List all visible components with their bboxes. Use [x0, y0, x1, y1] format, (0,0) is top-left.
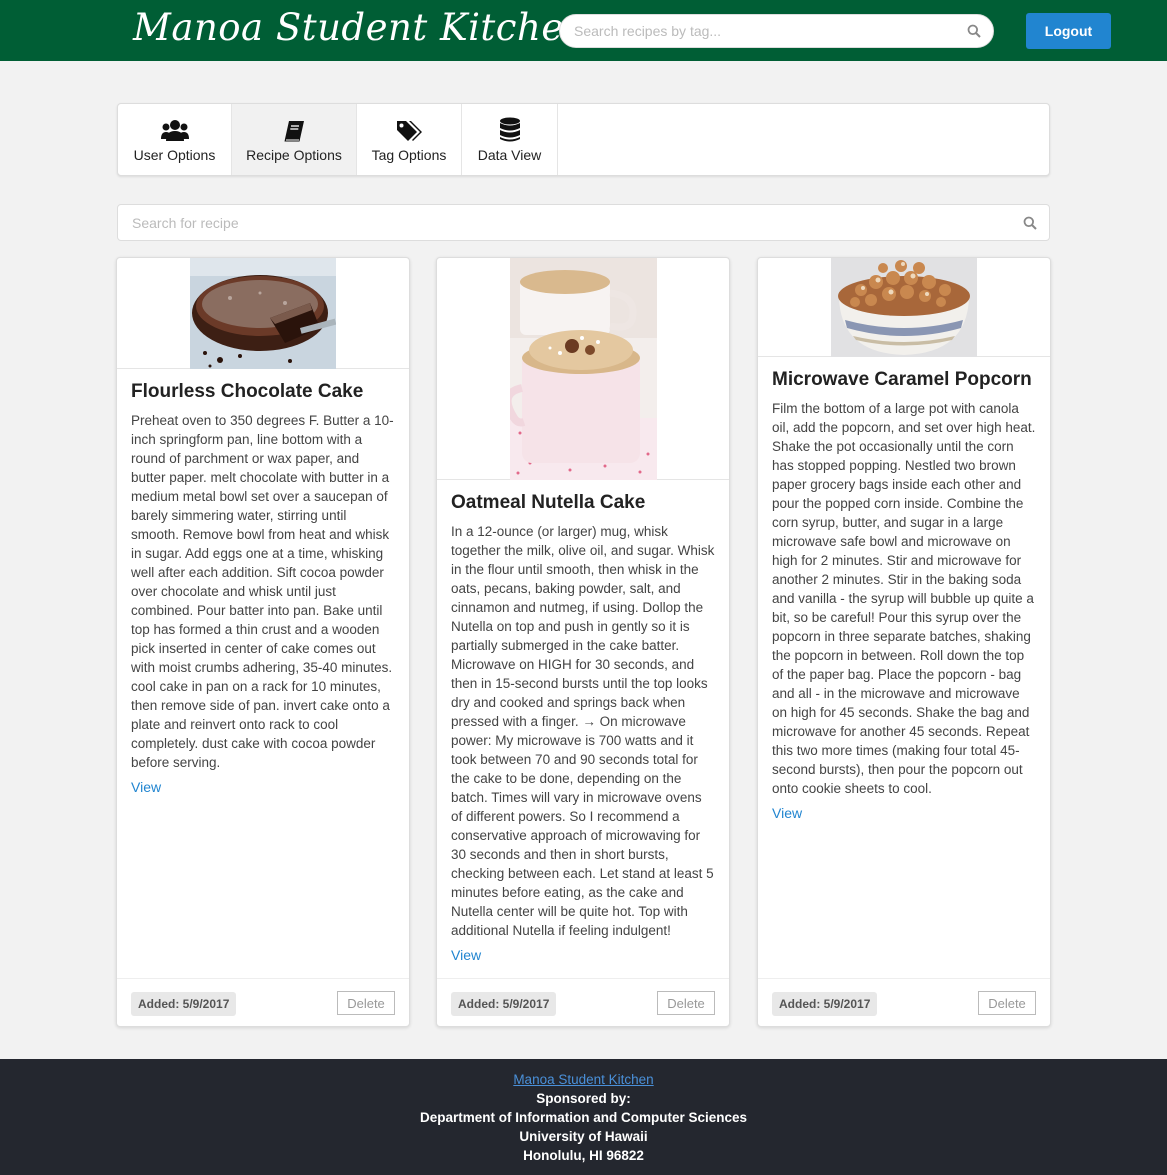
recipe-search-box[interactable] — [117, 204, 1050, 241]
card-footer: Added: 5/9/2017 Delete — [437, 978, 729, 1026]
tab-data-view[interactable]: Data View — [462, 104, 558, 175]
recipe-image-container — [117, 258, 409, 369]
added-date-label: Added: 5/9/2017 — [451, 992, 557, 1016]
tab-tag-options-label: Tag Options — [371, 146, 447, 163]
tab-recipe-options[interactable]: Recipe Options — [232, 104, 357, 175]
database-icon — [499, 117, 521, 143]
recipe-title: Flourless Chocolate Cake — [131, 381, 364, 402]
delete-button[interactable]: Delete — [337, 991, 395, 1015]
footer-address: Honolulu, HI 96822 — [523, 1148, 644, 1163]
tab-recipe-options-label: Recipe Options — [246, 146, 342, 163]
recipe-search-input[interactable] — [132, 215, 992, 231]
tab-user-options[interactable]: User Options — [118, 104, 232, 175]
footer-home-link[interactable]: Manoa Student Kitchen — [0, 1070, 1167, 1089]
users-icon — [160, 117, 189, 143]
tags-icon — [395, 117, 423, 143]
chocolate-cake-image — [190, 258, 336, 369]
caramel-popcorn-image — [831, 258, 977, 357]
view-link[interactable]: View — [772, 805, 1036, 821]
view-link[interactable]: View — [131, 779, 395, 795]
recipe-description: In a 12-ounce (or larger) mug, whisk tog… — [451, 524, 715, 938]
view-link[interactable]: View — [451, 947, 715, 963]
footer-sponsored-by: Sponsored by: — [536, 1091, 631, 1106]
recipe-card: Oatmeal Nutella Cake In a 12-ounce (or l… — [436, 257, 730, 1027]
logout-button[interactable]: Logout — [1026, 13, 1111, 49]
recipe-card: Flourless Chocolate Cake Preheat oven to… — [116, 257, 410, 1027]
tag-search-box[interactable] — [559, 14, 994, 48]
added-date-label: Added: 5/9/2017 — [772, 992, 878, 1016]
footer-department: Department of Information and Computer S… — [419, 1110, 748, 1125]
book-icon — [282, 117, 306, 143]
tab-tag-options[interactable]: Tag Options — [357, 104, 462, 175]
page-footer: Manoa Student Kitchen Sponsored by: Depa… — [0, 1059, 1167, 1175]
search-icon[interactable] — [967, 24, 981, 43]
delete-button[interactable]: Delete — [657, 991, 715, 1015]
recipe-card: Microwave Caramel Popcorn Film the botto… — [757, 257, 1051, 1027]
tab-data-view-label: Data View — [477, 146, 542, 163]
nutella-mug-cake-image — [509, 258, 657, 480]
added-date-label: Added: 5/9/2017 — [131, 992, 237, 1016]
tag-search-input[interactable] — [574, 23, 954, 39]
tab-user-options-label: User Options — [133, 146, 216, 163]
card-footer: Added: 5/9/2017 Delete — [117, 978, 409, 1026]
recipe-description: Preheat oven to 350 degrees F. Butter a … — [131, 413, 394, 770]
recipe-title: Microwave Caramel Popcorn — [772, 369, 1032, 390]
top-navbar: Manoa Student Kitchen Logout — [0, 0, 1167, 61]
footer-university: University of Hawaii — [519, 1129, 648, 1144]
delete-button[interactable]: Delete — [978, 991, 1036, 1015]
recipe-title: Oatmeal Nutella Cake — [451, 492, 646, 513]
search-icon[interactable] — [1023, 216, 1037, 235]
card-footer: Added: 5/9/2017 Delete — [758, 978, 1050, 1026]
admin-tab-menu: User Options Recipe Options Tag Options — [117, 103, 1050, 176]
recipe-image-container — [437, 258, 729, 480]
recipe-image-container — [758, 258, 1050, 357]
brand-logo[interactable]: Manoa Student Kitchen — [133, 6, 588, 49]
recipe-description: Film the bottom of a large pot with cano… — [772, 401, 1036, 796]
